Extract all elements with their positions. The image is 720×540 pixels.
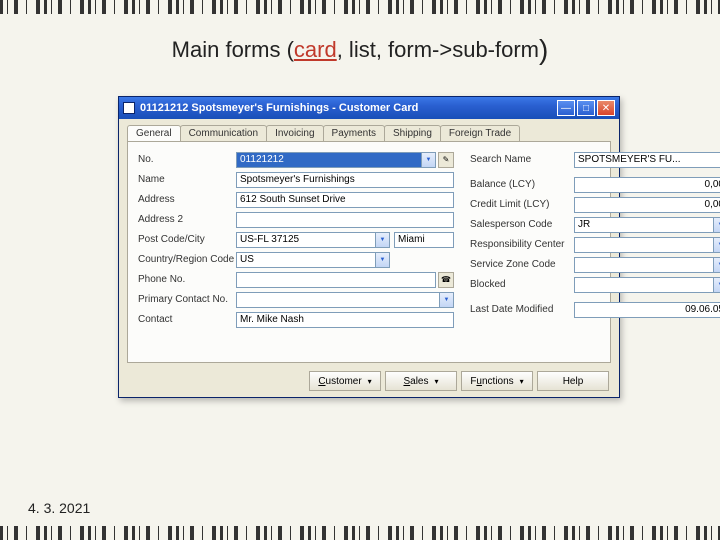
panel-general: No. ✎ Name Address Address 2 <box>127 141 611 363</box>
close-button[interactable]: ✕ <box>597 100 615 116</box>
label-contact: Contact <box>138 314 236 325</box>
blocked-lookup[interactable] <box>714 277 720 293</box>
label-address: Address <box>138 194 236 205</box>
contact-field[interactable] <box>236 312 454 328</box>
label-salesperson: Salesperson Code <box>470 219 574 230</box>
label-country: Country/Region Code <box>138 254 236 265</box>
creditlimit-field[interactable] <box>574 197 720 213</box>
tab-general[interactable]: General <box>127 125 181 141</box>
label-lastmodified: Last Date Modified <box>470 304 574 315</box>
blocked-field[interactable] <box>574 277 714 293</box>
label-creditlimit: Credit Limit (LCY) <box>470 199 574 210</box>
label-respcenter: Responsibility Center <box>470 239 574 250</box>
phone-icon[interactable]: ☎ <box>438 272 454 288</box>
app-icon <box>123 102 135 114</box>
respcenter-lookup[interactable] <box>714 237 720 253</box>
name-field[interactable] <box>236 172 454 188</box>
functions-button[interactable]: Functions <box>461 371 533 391</box>
searchname-field[interactable] <box>574 152 720 168</box>
decorative-stripe-top <box>0 0 720 14</box>
no-field[interactable] <box>236 152 422 168</box>
titlebar: 01121212 Spotsmeyer's Furnishings - Cust… <box>119 97 619 119</box>
help-button[interactable]: Help <box>537 371 609 391</box>
label-no: No. <box>138 154 236 165</box>
slide-date: 4. 3. 2021 <box>28 500 90 516</box>
label-balance: Balance (LCY) <box>470 179 574 190</box>
servicezone-field[interactable] <box>574 257 714 273</box>
customer-button[interactable]: CCustomerustomer <box>309 371 381 391</box>
tabstrip: General Communication Invoicing Payments… <box>127 125 611 141</box>
respcenter-field[interactable] <box>574 237 714 253</box>
postcode-lookup[interactable] <box>376 232 390 248</box>
label-phone: Phone No. <box>138 274 236 285</box>
address-field[interactable] <box>236 192 454 208</box>
servicezone-lookup[interactable] <box>714 257 720 273</box>
label-searchname: Search Name <box>470 154 574 165</box>
primarycontact-lookup[interactable] <box>440 292 454 308</box>
maximize-button[interactable]: □ <box>577 100 595 116</box>
footer-buttons: CCustomerustomer Sales Functions Help <box>309 371 609 391</box>
address2-field[interactable] <box>236 212 454 228</box>
sales-button[interactable]: Sales <box>385 371 457 391</box>
tab-foreign-trade[interactable]: Foreign Trade <box>440 125 520 141</box>
label-postcode: Post Code/City <box>138 234 236 245</box>
minimize-button[interactable]: — <box>557 100 575 116</box>
label-address2: Address 2 <box>138 214 236 225</box>
label-servicezone: Service Zone Code <box>470 259 574 270</box>
decorative-stripe-bottom <box>0 526 720 540</box>
tab-communication[interactable]: Communication <box>180 125 267 141</box>
tab-payments[interactable]: Payments <box>323 125 385 141</box>
slide-title: Main forms (card, list, form->sub-form) <box>0 34 720 66</box>
label-blocked: Blocked <box>470 279 574 290</box>
postcode-field[interactable] <box>236 232 376 248</box>
no-lookup[interactable] <box>422 152 436 168</box>
tab-invoicing[interactable]: Invoicing <box>266 125 323 141</box>
lastmodified-field[interactable] <box>574 302 720 318</box>
tab-shipping[interactable]: Shipping <box>384 125 441 141</box>
salesperson-field[interactable] <box>574 217 714 233</box>
country-lookup[interactable] <box>376 252 390 268</box>
primarycontact-field[interactable] <box>236 292 440 308</box>
label-name: Name <box>138 174 236 185</box>
salesperson-lookup[interactable] <box>714 217 720 233</box>
no-edit-icon[interactable]: ✎ <box>438 152 454 168</box>
balance-field[interactable] <box>574 177 720 193</box>
phone-field[interactable] <box>236 272 436 288</box>
city-field[interactable] <box>394 232 454 248</box>
label-primarycontact: Primary Contact No. <box>138 294 236 305</box>
window-title: 01121212 Spotsmeyer's Furnishings - Cust… <box>140 102 557 114</box>
country-field[interactable] <box>236 252 376 268</box>
customer-card-window: 01121212 Spotsmeyer's Furnishings - Cust… <box>118 96 620 398</box>
